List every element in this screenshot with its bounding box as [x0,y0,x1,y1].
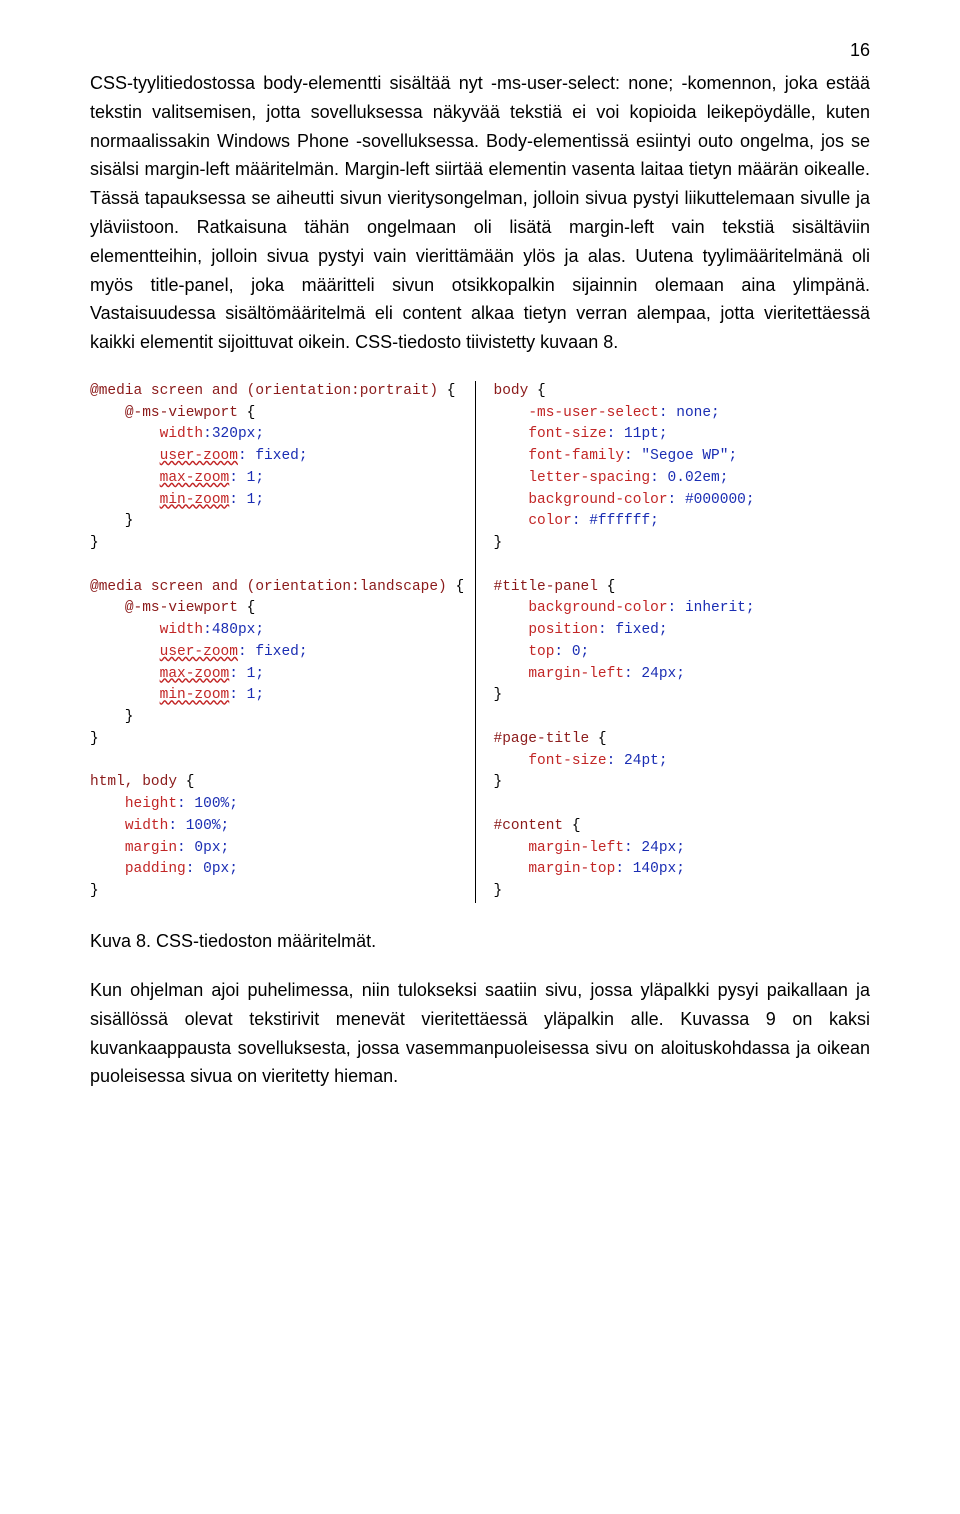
code-column-right: body { -ms-user-select: none; font-size:… [476,381,871,903]
code-figure: @media screen and (orientation:portrait)… [90,381,870,903]
paragraph-2: Kun ohjelman ajoi puhelimessa, niin tulo… [90,976,870,1091]
document-page: 16 CSS-tyylitiedostossa body-elementti s… [0,0,960,1155]
figure-caption: Kuva 8. CSS-tiedoston määritelmät. [90,931,870,952]
code-column-left: @media screen and (orientation:portrait)… [90,381,476,903]
paragraph-1: CSS-tyylitiedostossa body-elementti sisä… [90,69,870,357]
page-number: 16 [90,40,870,61]
